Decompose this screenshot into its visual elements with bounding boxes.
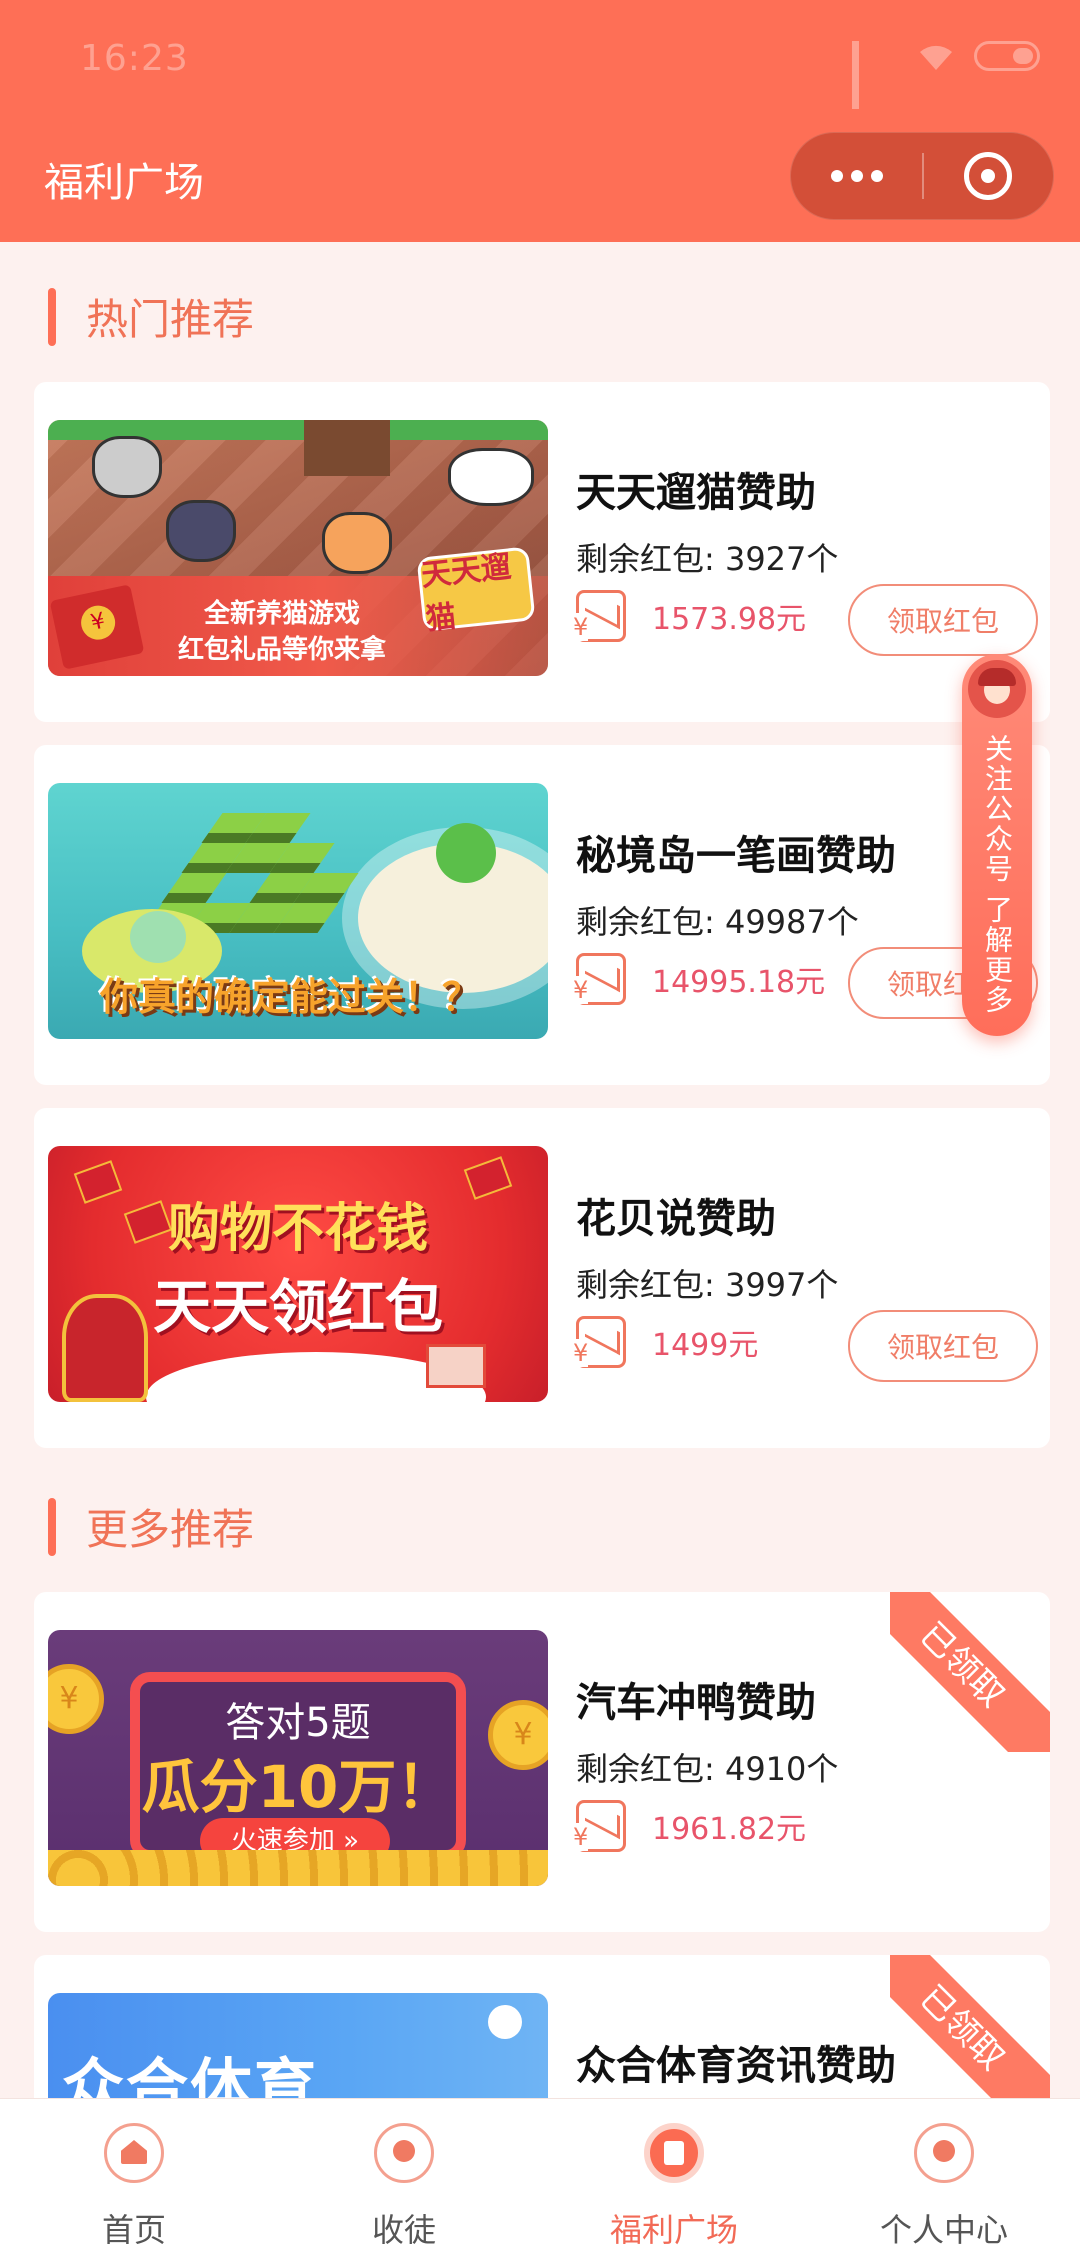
claimed-ribbon: 已领取 (890, 1955, 1050, 2098)
card-amount-row: ¥ 14995.18元 (573, 953, 826, 1005)
card-thumbnail[interactable]: 众合体育 (48, 1993, 548, 2098)
card-remaining: 剩余红包: 3927个 (576, 540, 839, 578)
sponsor-card[interactable]: 购物不花钱 天天领红包 花贝说赞助 剩余红包: 3997个 ¥ 1499元 领取… (34, 1108, 1050, 1448)
game-logo: 天天遛猫 (416, 546, 536, 637)
service-avatar-icon (968, 660, 1026, 718)
wifi-icon (916, 40, 956, 72)
section-accent-bar (48, 287, 56, 346)
card-thumbnail[interactable]: 全新养猫游戏 红包礼品等你来拿 天天遛猫 (48, 420, 548, 676)
envelope-icon: ¥ (573, 590, 626, 642)
status-time: 16:23 (80, 38, 189, 79)
card-amount: 14995.18元 (652, 965, 826, 1000)
follow-official-account-widget[interactable]: 关注公众号 了解更多 (962, 654, 1032, 1036)
claimed-ribbon: 已领取 (890, 1592, 1050, 1752)
envelope-icon: ¥ (573, 1316, 626, 1368)
sponsor-card[interactable]: 众合体育 众合体育资讯赞助 已领取 (34, 1955, 1050, 2098)
close-target-icon[interactable] (924, 152, 1053, 200)
tab-welfare-label: 福利广场 (609, 2211, 738, 2248)
card-thumbnail[interactable]: 你真的确定能过关！？ (48, 783, 548, 1039)
thumb-slogan: 众合体育 (62, 2051, 319, 2098)
thumb-slogan-line1: 全新养猫游戏 (204, 599, 361, 629)
card-remaining: 剩余红包: 49987个 (576, 903, 859, 941)
card-thumbnail[interactable]: 购物不花钱 天天领红包 (48, 1146, 548, 1402)
thumb-slogan-line2: 瓜分10万！ (141, 1753, 455, 1821)
envelope-icon: ¥ (573, 1800, 626, 1852)
claim-red-packet-button[interactable]: 领取红包 (848, 584, 1038, 656)
user-icon (914, 2123, 974, 2183)
tab-welfare-square[interactable]: 福利广场 (574, 2099, 774, 2248)
gift-box-icon (426, 1344, 486, 1388)
card-amount-row: ¥ 1573.98元 (573, 590, 807, 642)
cat-icon (322, 512, 392, 574)
cat-icon (448, 448, 534, 506)
tab-home[interactable]: 首页 (34, 2099, 234, 2248)
fortune-god-icon (62, 1294, 148, 1402)
thumb-slogan: 你真的确定能过关！？ (100, 975, 481, 1019)
card-title: 花贝说赞助 (576, 1196, 776, 1242)
card-thumbnail[interactable]: ¥ ¥ 答对5题 瓜分10万！ 火速参加 » (48, 1630, 548, 1886)
thumb-slogan: 全新养猫游戏 红包礼品等你来拿 (178, 596, 386, 668)
thumb-slogan-line1: 购物不花钱 (167, 1199, 428, 1259)
follow-widget-text: 关注公众号 了解更多 (981, 734, 1014, 1015)
top-bar: 16:23 福利广场 (0, 0, 1080, 242)
card-amount: 1573.98元 (652, 602, 807, 637)
home-icon (104, 2123, 164, 2183)
status-icons (852, 40, 1040, 109)
page-title: 福利广场 (44, 160, 204, 206)
card-title: 众合体育资讯赞助 (576, 2043, 896, 2089)
sponsor-card[interactable]: ¥ ¥ 答对5题 瓜分10万！ 火速参加 » 汽车冲鸭赞助 剩余红包: 4910… (34, 1592, 1050, 1932)
card-amount-row: ¥ 1961.82元 (573, 1800, 807, 1852)
cat-icon (166, 500, 236, 562)
thumb-crate (304, 420, 390, 476)
signal-icon (852, 41, 898, 109)
tab-recruit[interactable]: 收徒 (304, 2099, 504, 2248)
sponsor-card[interactable]: 全新养猫游戏 红包礼品等你来拿 天天遛猫 天天遛猫赞助 剩余红包: 3927个 … (34, 382, 1050, 722)
section-accent-bar (48, 1497, 56, 1556)
tab-profile-label: 个人中心 (879, 2211, 1008, 2248)
claimed-badge: 已领取 (890, 1592, 1050, 1752)
palm-tree-icon (436, 823, 496, 883)
claimed-badge: 已领取 (890, 1955, 1050, 2098)
ball-icon (488, 2005, 522, 2039)
claim-red-packet-button[interactable]: 领取红包 (848, 1310, 1038, 1382)
section-more-label: 更多推荐 (86, 1505, 255, 1554)
mini-program-capsule (790, 132, 1054, 220)
thumb-slogan-line2: 红包礼品等你来拿 (178, 635, 387, 665)
section-more-title: 更多推荐 (48, 1496, 254, 1557)
tab-profile[interactable]: 个人中心 (844, 2099, 1044, 2248)
tab-home-label: 首页 (101, 2211, 166, 2248)
card-amount: 1961.82元 (652, 1812, 807, 1847)
section-hot-title: 热门推荐 (48, 286, 254, 347)
bottom-tab-bar: 首页 收徒 福利广场 个人中心 (0, 2098, 1080, 2248)
add-user-icon (374, 2123, 434, 2183)
thumb-coin-pile (48, 1850, 548, 1886)
thumb-ball (130, 911, 186, 963)
card-remaining: 剩余红包: 3997个 (576, 1266, 839, 1304)
card-title: 秘境岛一笔画赞助 (576, 833, 896, 879)
red-packet-icon (644, 2123, 704, 2183)
section-hot-label: 热门推荐 (86, 295, 255, 344)
card-amount: 1499元 (652, 1328, 759, 1363)
card-title: 汽车冲鸭赞助 (576, 1680, 816, 1726)
card-title: 天天遛猫赞助 (576, 470, 816, 516)
cat-icon (92, 436, 162, 498)
card-amount-row: ¥ 1499元 (573, 1316, 759, 1368)
card-remaining: 剩余红包: 4910个 (576, 1750, 839, 1788)
sponsor-card[interactable]: 你真的确定能过关！？ 秘境岛一笔画赞助 剩余红包: 49987个 ¥ 14995… (34, 745, 1050, 1085)
envelope-icon: ¥ (573, 953, 626, 1005)
more-icon[interactable] (791, 170, 922, 182)
battery-icon (974, 41, 1040, 71)
tab-recruit-label: 收徒 (371, 2211, 436, 2248)
